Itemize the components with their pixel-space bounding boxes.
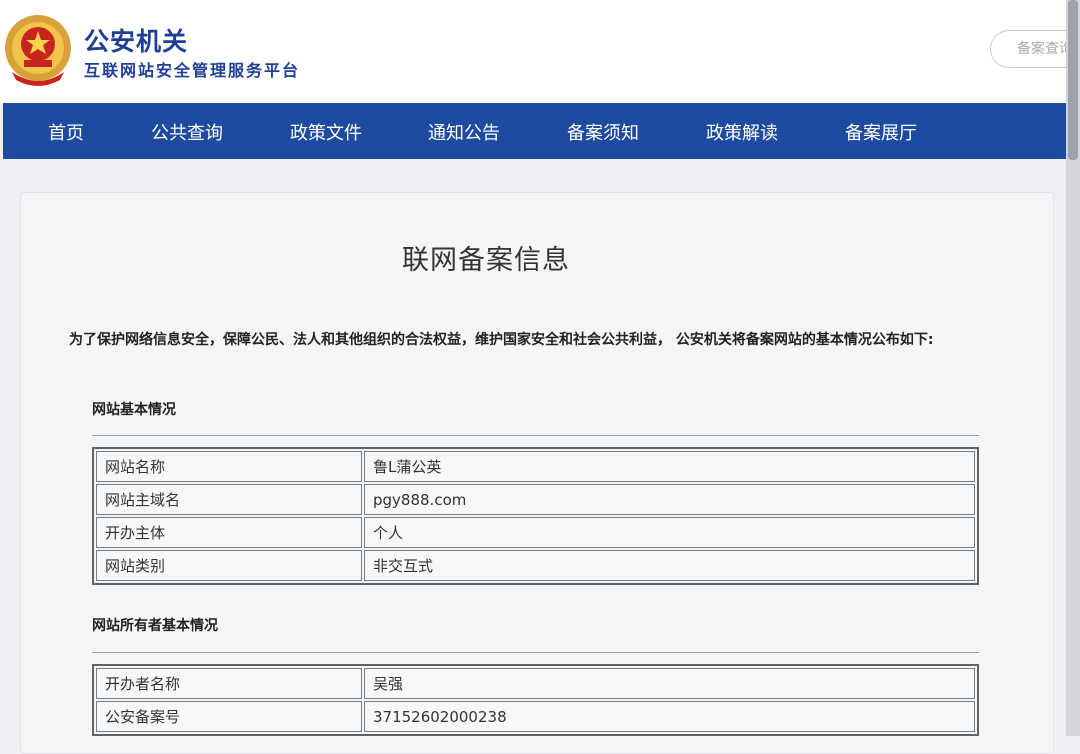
- row-label: 开办者名称: [96, 668, 362, 699]
- owner-basic-table: 开办者名称 吴强 公安备案号 37152602000238: [92, 664, 979, 736]
- row-label: 网站主域名: [96, 484, 362, 515]
- main-nav: 首页 公共查询 政策文件 通知公告 备案须知 政策解读 备案展厅: [3, 103, 1066, 159]
- row-value: pgy888.com: [364, 484, 975, 515]
- table-row: 网站类别 非交互式: [96, 550, 975, 581]
- section-title-site-basic: 网站基本情况: [92, 402, 176, 418]
- row-label: 网站类别: [96, 550, 362, 581]
- table-row: 开办主体 个人: [96, 517, 975, 548]
- nav-item-filing-guide[interactable]: 备案须知: [567, 119, 639, 145]
- site-basic-table: 网站名称 鲁L蒲公英 网站主域名 pgy888.com 开办主体 个人 网站类别…: [92, 447, 979, 585]
- section-title-owner-basic: 网站所有者基本情况: [92, 618, 218, 634]
- table-row: 网站主域名 pgy888.com: [96, 484, 975, 515]
- table-row: 网站名称 鲁L蒲公英: [96, 451, 975, 482]
- section-divider: [92, 652, 979, 653]
- row-value: 鲁L蒲公英: [364, 451, 975, 482]
- row-label: 网站名称: [96, 451, 362, 482]
- table-row: 公安备案号 37152602000238: [96, 701, 975, 732]
- row-label: 开办主体: [96, 517, 362, 548]
- row-value: 非交互式: [364, 550, 975, 581]
- record-info-card: 联网备案信息 为了保护网络信息安全，保障公民、法人和其他组织的合法权益，维护国家…: [20, 192, 1054, 754]
- nav-item-home[interactable]: 首页: [48, 119, 84, 145]
- nav-item-policy-interpretation[interactable]: 政策解读: [706, 119, 778, 145]
- section-divider: [92, 435, 979, 436]
- nav-item-public-query[interactable]: 公共查询: [151, 119, 223, 145]
- site-name: 公安机关: [84, 27, 189, 56]
- intro-text: 为了保护网络信息安全，保障公民、法人和其他组织的合法权益，维护国家安全和社会公共…: [69, 332, 934, 348]
- page-scrollbar[interactable]: [1066, 0, 1080, 736]
- header: 公安机关 互联网站安全管理服务平台: [0, 0, 1080, 103]
- row-value: 37152602000238: [364, 701, 975, 732]
- row-value: 吴强: [364, 668, 975, 699]
- table-row: 开办者名称 吴强: [96, 668, 975, 699]
- nav-item-policy-docs[interactable]: 政策文件: [290, 119, 362, 145]
- nav-item-notices[interactable]: 通知公告: [428, 119, 500, 145]
- page-title: 联网备案信息: [402, 245, 570, 276]
- police-emblem-icon: [5, 15, 71, 86]
- site-subtitle: 互联网站安全管理服务平台: [84, 61, 301, 80]
- scrollbar-thumb[interactable]: [1068, 0, 1078, 160]
- nav-item-filing-hall[interactable]: 备案展厅: [845, 119, 917, 145]
- row-value: 个人: [364, 517, 975, 548]
- row-label: 公安备案号: [96, 701, 362, 732]
